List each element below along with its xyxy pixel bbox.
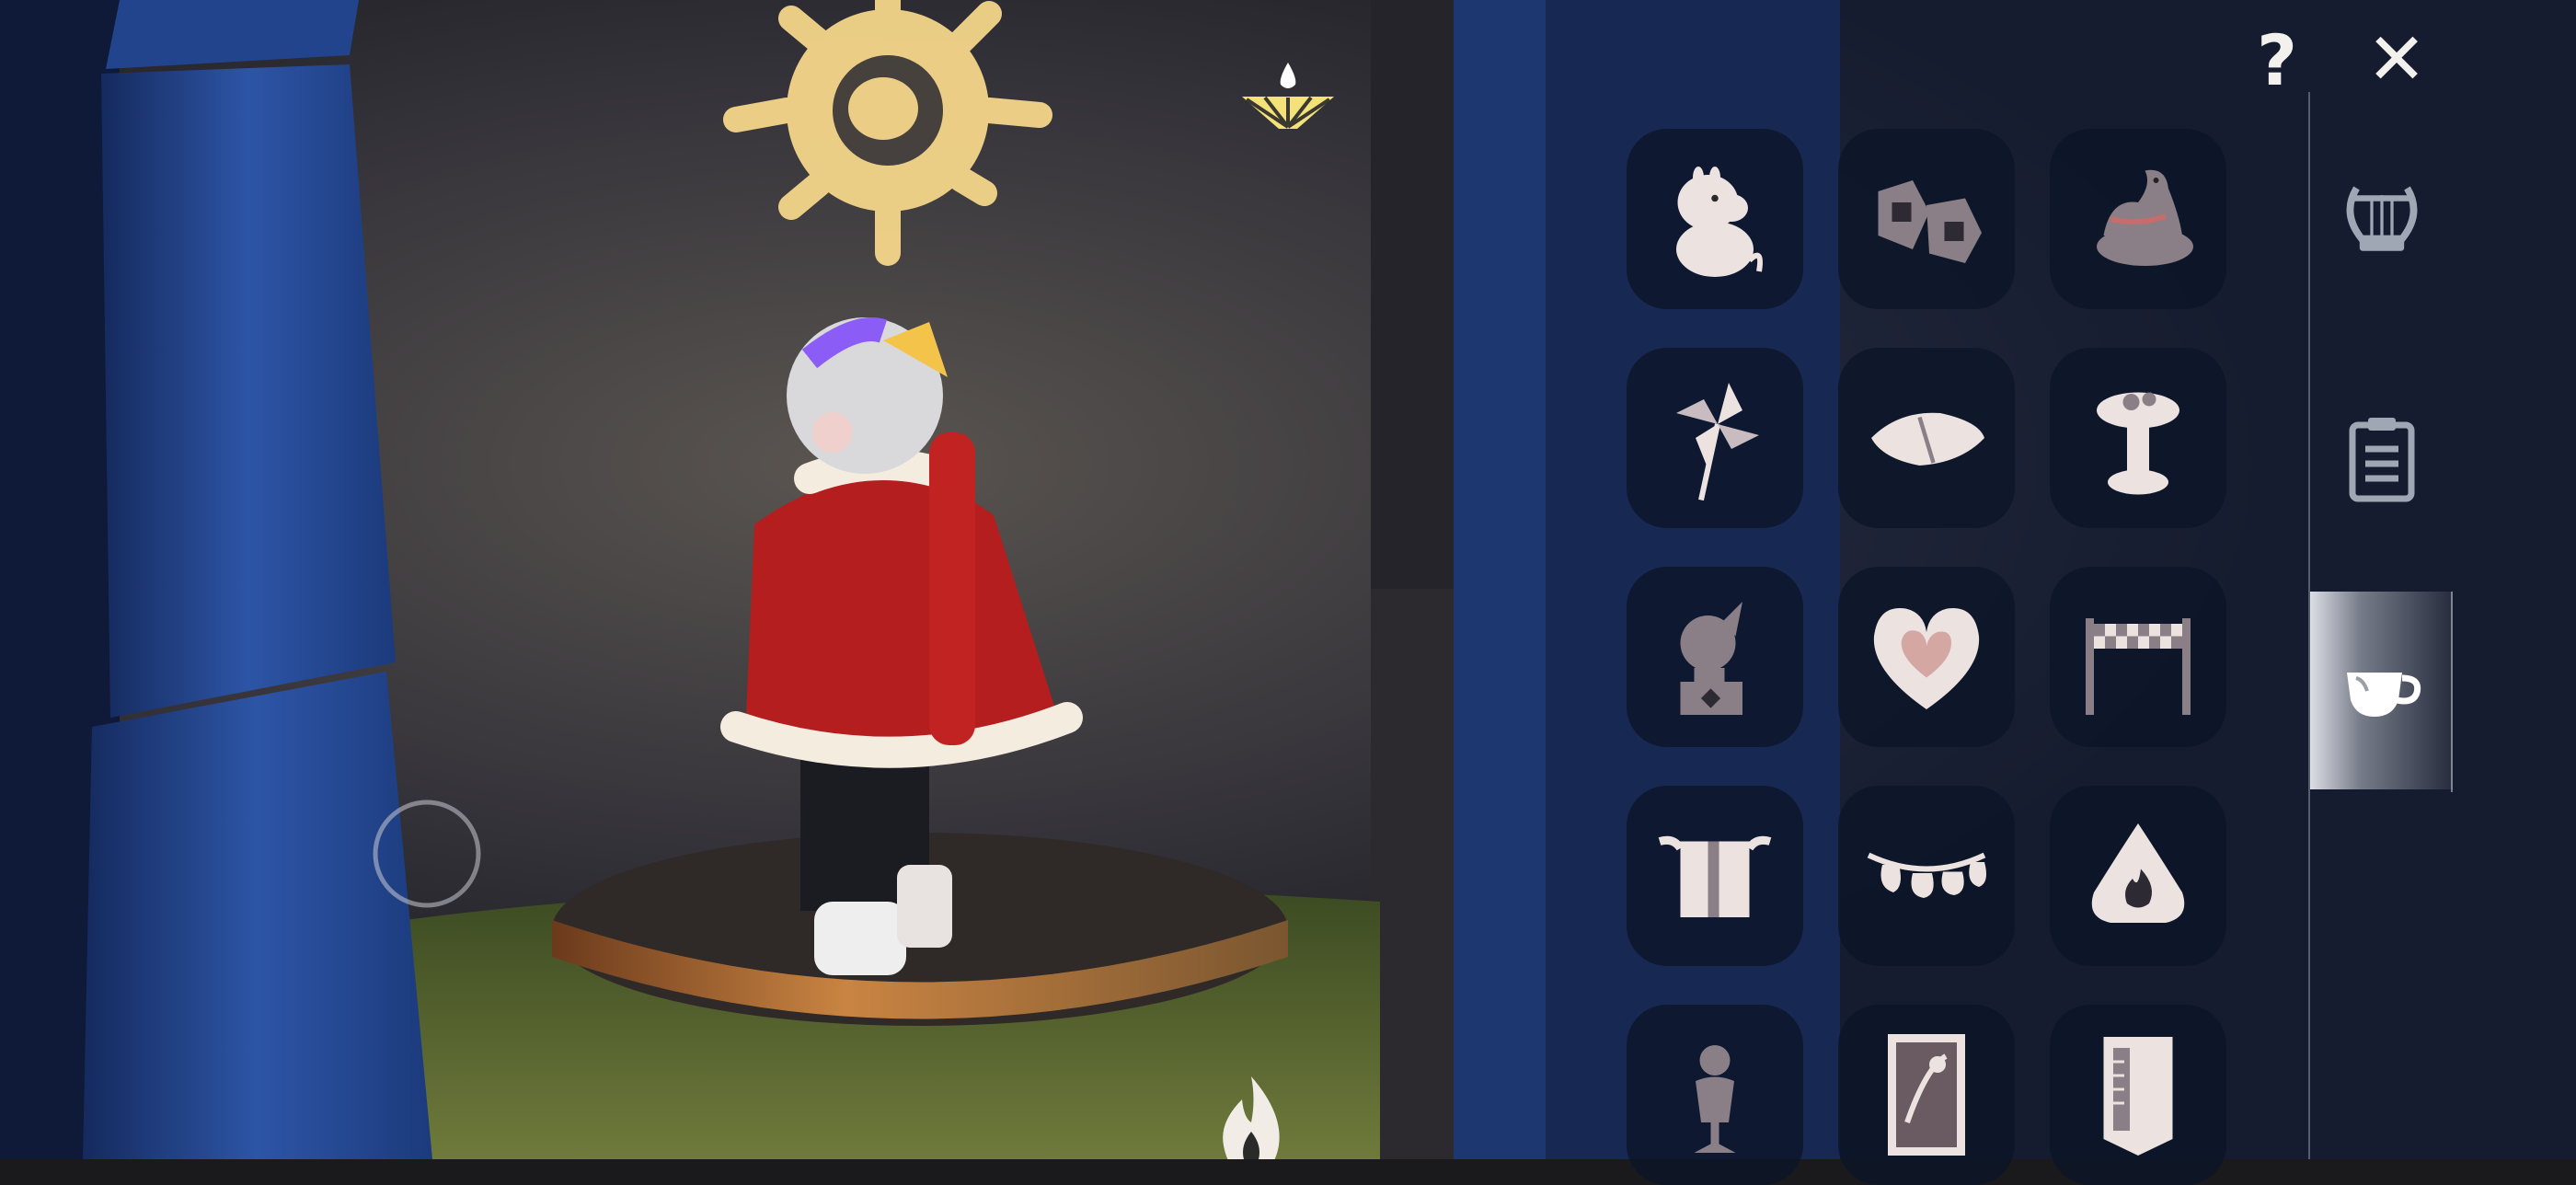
mannequin-icon xyxy=(1694,1045,1736,1153)
banner-icon xyxy=(2103,1037,2173,1156)
tab-instruments[interactable] xyxy=(2310,124,2453,322)
help-button[interactable]: ? xyxy=(2236,18,2318,101)
heart-icon xyxy=(1873,607,1980,709)
item-tile-bird[interactable] xyxy=(2050,129,2226,309)
flame-badge-icon xyxy=(2091,823,2185,923)
cushion-icon xyxy=(1871,412,1984,466)
music-box-icon xyxy=(1680,602,1742,715)
item-tile-towel-rack[interactable] xyxy=(1627,786,1803,966)
help-label: ? xyxy=(2256,18,2298,101)
lyre-tab-icon xyxy=(2346,186,2417,251)
towel-rack-icon xyxy=(1658,835,1772,917)
item-tile-flame-badge[interactable] xyxy=(2050,786,2226,966)
item-tile-flower-pedestal[interactable] xyxy=(2050,348,2226,528)
framed-picture-icon xyxy=(1888,1034,1965,1156)
checkered-gate-icon xyxy=(2086,618,2191,715)
item-tile-bell-garland[interactable] xyxy=(1838,786,2015,966)
item-tile-checkered-gate[interactable] xyxy=(2050,567,2226,747)
item-tile-rocks[interactable] xyxy=(1838,129,2015,309)
item-tile-mannequin[interactable] xyxy=(1627,1005,1803,1185)
rock-pair-icon xyxy=(1878,180,1982,263)
item-tile-pinwheel[interactable] xyxy=(1627,348,1803,528)
item-tile-heart[interactable] xyxy=(1838,567,2015,747)
item-tile-moomin[interactable] xyxy=(1627,129,1803,309)
tab-props[interactable] xyxy=(2310,359,2453,557)
bird-nest-icon xyxy=(2097,169,2193,266)
flower-pedestal-icon xyxy=(2097,392,2179,495)
item-tile-framed-picture[interactable] xyxy=(1838,1005,2015,1185)
tab-furniture[interactable] xyxy=(2310,592,2453,789)
bell-garland-icon xyxy=(1867,852,1986,898)
item-tile-banner[interactable] xyxy=(2050,1005,2226,1185)
close-button[interactable]: ✕ xyxy=(2355,18,2438,101)
close-icon: ✕ xyxy=(2366,18,2427,101)
item-tile-cushion[interactable] xyxy=(1838,348,2015,528)
teacup-tab-icon xyxy=(2346,672,2421,717)
pinwheel-icon xyxy=(1676,383,1759,501)
item-tile-music-box[interactable] xyxy=(1627,567,1803,747)
active-tab-border xyxy=(2451,592,2453,792)
clipboard-tab-icon xyxy=(2349,417,2414,501)
moomin-icon xyxy=(1676,167,1764,277)
